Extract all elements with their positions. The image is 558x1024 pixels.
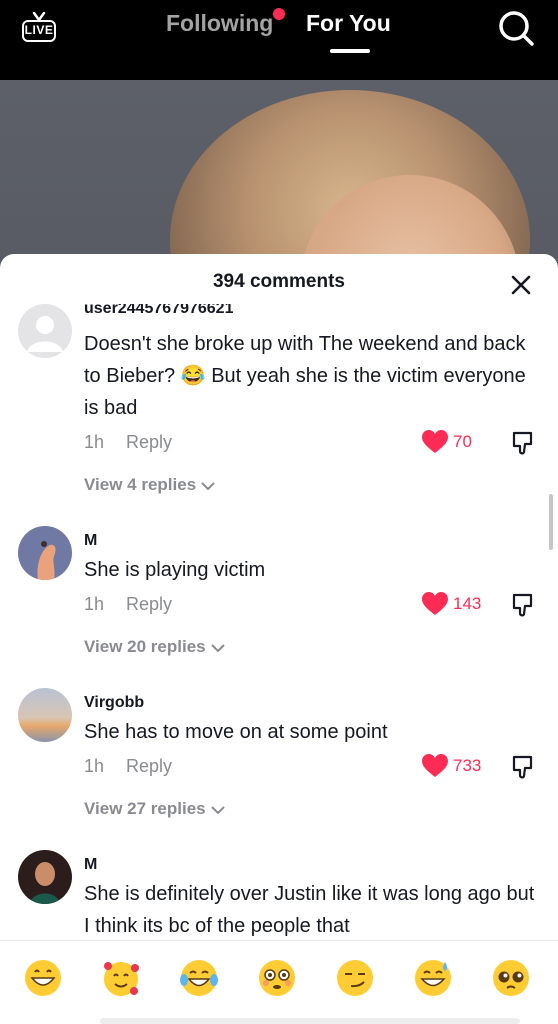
flushed-face-icon xyxy=(259,960,295,996)
emoji-smirk-button[interactable] xyxy=(335,958,375,998)
like-button[interactable]: 70 xyxy=(422,430,502,454)
comment-input-edge[interactable] xyxy=(100,1018,520,1024)
search-icon[interactable] xyxy=(496,6,536,46)
tab-following[interactable]: Following xyxy=(166,10,273,37)
comment-username[interactable]: M xyxy=(84,532,97,550)
avatar[interactable] xyxy=(18,526,72,580)
heart-icon xyxy=(422,754,448,777)
reply-button[interactable]: Reply xyxy=(126,594,172,614)
emoji-flushed-button[interactable] xyxy=(257,958,297,998)
dislike-icon[interactable] xyxy=(510,592,536,618)
comment-text: She is playing victim xyxy=(84,559,266,581)
avatar[interactable] xyxy=(18,850,72,904)
avatar[interactable] xyxy=(18,688,72,742)
comment-text: She is definitely over Justin like it wa… xyxy=(84,883,535,937)
scrollbar[interactable] xyxy=(549,494,553,550)
pleading-face-icon xyxy=(493,960,529,996)
emoji-pleading-button[interactable] xyxy=(491,958,531,998)
live-button[interactable]: LIVE xyxy=(22,12,60,44)
avatar-image xyxy=(30,862,60,904)
grinning-face-with-sweat-icon xyxy=(415,960,451,996)
view-replies-button[interactable]: View 20 replies xyxy=(84,637,226,657)
emoji-sweat-smile-button[interactable] xyxy=(413,958,453,998)
comments-sheet: 394 comments user2445767976621 Doesn't s… xyxy=(0,254,558,1024)
video-background[interactable] xyxy=(0,80,558,280)
comment-username[interactable]: Virgobb xyxy=(84,694,144,712)
comment-meta: 1h Reply xyxy=(84,594,172,615)
top-bar: LIVE Following For You xyxy=(0,0,558,80)
chevron-down-icon xyxy=(210,643,225,652)
smirking-face-icon xyxy=(337,960,373,996)
like-count: 70 xyxy=(453,432,472,451)
dislike-icon[interactable] xyxy=(510,754,536,780)
chevron-down-icon xyxy=(210,805,225,814)
comment-username[interactable]: user2445767976621 xyxy=(84,304,233,318)
like-count: 733 xyxy=(453,756,482,775)
close-icon[interactable] xyxy=(510,274,532,296)
tab-for-you[interactable]: For You xyxy=(306,10,391,37)
like-button[interactable]: 143 xyxy=(422,592,502,616)
emoji-quick-bar xyxy=(0,940,558,1024)
view-replies-label: View 4 replies xyxy=(84,475,197,494)
emoji-grinning-button[interactable] xyxy=(23,958,63,998)
avatar[interactable] xyxy=(18,304,72,358)
chevron-down-icon xyxy=(201,481,215,490)
like-count: 143 xyxy=(453,594,482,613)
like-button[interactable]: 733 xyxy=(422,754,502,778)
face-with-tears-of-joy-icon xyxy=(180,960,218,996)
heart-icon xyxy=(422,430,448,453)
comment-time: 1h xyxy=(84,432,105,452)
dislike-icon[interactable] xyxy=(510,430,536,456)
active-tab-indicator xyxy=(330,49,370,53)
avatar-image xyxy=(37,541,56,580)
comment-meta: 1h Reply xyxy=(84,756,172,777)
grinning-face-icon xyxy=(25,960,61,996)
heart-icon xyxy=(422,592,448,615)
comment-text: She has to move on at some point xyxy=(84,721,388,743)
live-tv-icon: LIVE xyxy=(22,20,56,42)
emoji-hearts-button[interactable] xyxy=(101,958,141,998)
comment-time: 1h xyxy=(84,594,105,614)
comment-time: 1h xyxy=(84,756,105,776)
comments-count-title: 394 comments xyxy=(212,271,345,292)
view-replies-button[interactable]: View 4 replies xyxy=(84,475,216,495)
comment-meta: 1h Reply xyxy=(84,432,172,453)
smiling-face-with-hearts-icon xyxy=(104,962,139,996)
view-replies-label: View 20 replies xyxy=(84,637,206,656)
view-replies-label: View 27 replies xyxy=(84,799,206,818)
notification-dot xyxy=(273,8,285,20)
reply-button[interactable]: Reply xyxy=(126,432,172,452)
comment-text: Doesn't she broke up with The weekend an… xyxy=(84,333,526,419)
comment-username[interactable]: M xyxy=(84,856,97,874)
emoji-tears-of-joy-button[interactable] xyxy=(179,958,219,998)
view-replies-button[interactable]: View 27 replies xyxy=(84,799,226,819)
reply-button[interactable]: Reply xyxy=(126,756,172,776)
default-avatar-icon xyxy=(27,316,63,352)
